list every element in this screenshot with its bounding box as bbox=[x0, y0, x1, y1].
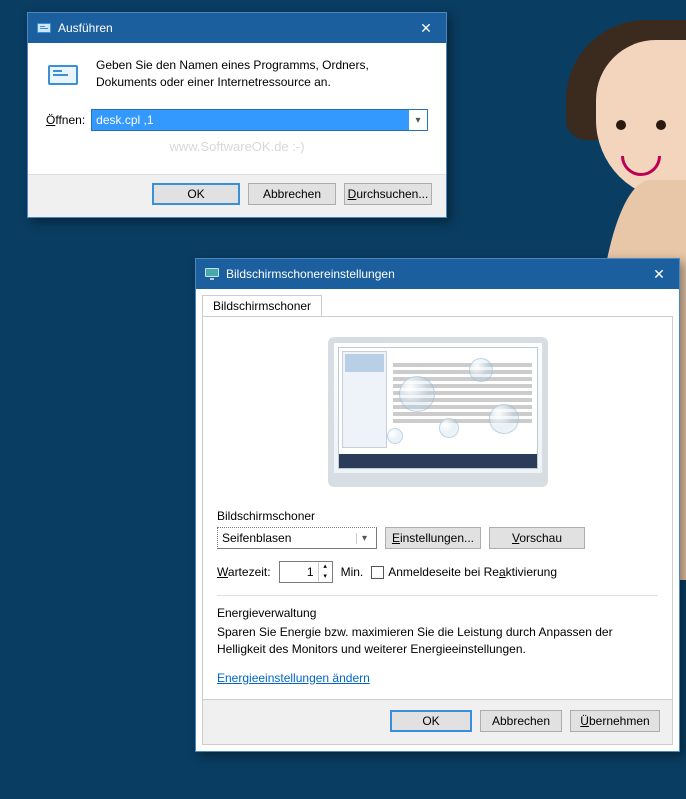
preview-button[interactable]: Vorschau bbox=[489, 527, 585, 549]
apply-button[interactable]: Übernehmen bbox=[570, 710, 660, 732]
chevron-down-icon[interactable]: ▾ bbox=[356, 533, 372, 544]
open-input[interactable]: desk.cpl ,1 ▾ bbox=[91, 109, 428, 131]
run-titlebar: Ausführen ✕ bbox=[28, 13, 446, 43]
spin-up-icon[interactable]: ▴ bbox=[318, 562, 332, 572]
close-icon[interactable]: ✕ bbox=[406, 13, 446, 43]
wait-unit: Min. bbox=[341, 565, 364, 579]
energy-settings-link[interactable]: Energieeinstellungen ändern bbox=[217, 671, 370, 685]
monitor-icon bbox=[204, 266, 220, 282]
logon-label: Anmeldeseite bei Reaktivierung bbox=[388, 565, 557, 579]
run-app-icon bbox=[46, 57, 82, 93]
browse-button[interactable]: Durchsuchen... bbox=[344, 183, 432, 205]
wait-spinner[interactable]: 1 ▴ ▾ bbox=[279, 561, 333, 583]
tab-screensaver[interactable]: Bildschirmschoner bbox=[202, 295, 322, 316]
wait-value: 1 bbox=[280, 565, 318, 579]
energy-heading: Energieverwaltung bbox=[217, 606, 658, 620]
sss-titlebar: Bildschirmschonereinstellungen ✕ bbox=[196, 259, 679, 289]
screensaver-group-label: Bildschirmschoner bbox=[217, 509, 658, 523]
close-icon[interactable]: ✕ bbox=[639, 259, 679, 289]
cancel-button[interactable]: Abbrechen bbox=[480, 710, 562, 732]
ok-button[interactable]: OK bbox=[390, 710, 472, 732]
preview-monitor bbox=[328, 337, 548, 487]
screensaver-select[interactable]: Seifenblasen ▾ bbox=[217, 527, 377, 549]
open-value: desk.cpl ,1 bbox=[92, 110, 409, 130]
wait-label: Wartezeit: bbox=[217, 565, 271, 579]
cancel-button[interactable]: Abbrechen bbox=[248, 183, 336, 205]
settings-button[interactable]: Einstellungen... bbox=[385, 527, 481, 549]
screensaver-value: Seifenblasen bbox=[222, 531, 356, 545]
checkbox-icon bbox=[371, 566, 384, 579]
run-title: Ausführen bbox=[58, 21, 406, 35]
run-description: Geben Sie den Namen eines Programms, Ord… bbox=[96, 57, 428, 91]
spin-down-icon[interactable]: ▾ bbox=[318, 572, 332, 582]
sss-title: Bildschirmschonereinstellungen bbox=[226, 267, 639, 281]
open-label: Öffnen: bbox=[46, 113, 85, 127]
divider bbox=[217, 595, 658, 596]
screensaver-dialog: Bildschirmschonereinstellungen ✕ Bildsch… bbox=[195, 258, 680, 752]
logon-checkbox[interactable]: Anmeldeseite bei Reaktivierung bbox=[371, 565, 557, 579]
ok-button[interactable]: OK bbox=[152, 183, 240, 205]
chevron-down-icon[interactable]: ▾ bbox=[409, 115, 427, 126]
energy-text: Sparen Sie Energie bzw. maximieren Sie d… bbox=[217, 624, 658, 659]
run-dialog: Ausführen ✕ Geben Sie den Namen eines Pr… bbox=[27, 12, 447, 218]
watermark: www.SoftwareOK.de :-) bbox=[46, 139, 428, 154]
run-icon bbox=[36, 20, 52, 36]
